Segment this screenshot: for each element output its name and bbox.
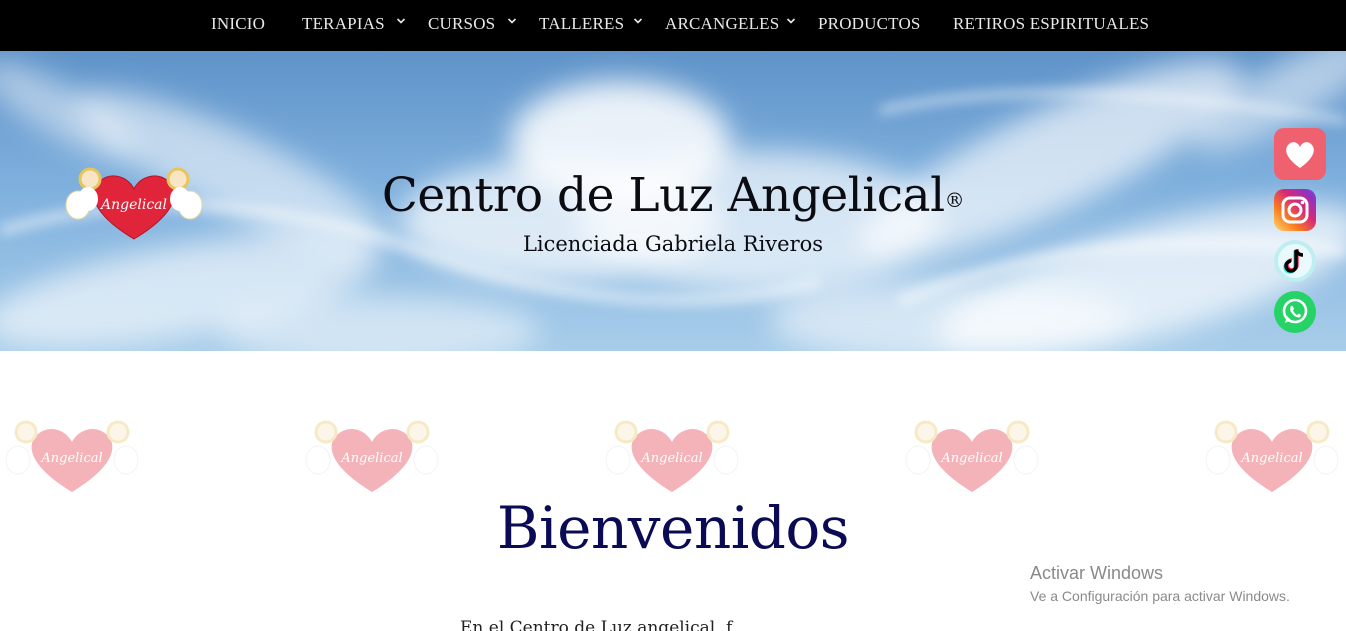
svg-text:Angelical: Angelical [640,451,702,466]
site-title: Centro de Luz Angelical® [0,168,1346,223]
chevron-down-icon[interactable] [507,16,517,26]
windows-activation-subtitle: Ve a Configuración para activar Windows. [1030,588,1290,604]
angelical-watermark-logo: Angelical [305,420,439,492]
chevron-down-icon[interactable] [633,16,643,26]
welcome-heading: Bienvenidos [496,494,850,562]
favorite-heart-icon[interactable] [1274,128,1326,180]
site-title-text: Centro de Luz Angelical [381,168,945,223]
nav-item-inicio[interactable]: INICIO [211,0,265,51]
tiktok-icon[interactable] [1274,240,1316,282]
instagram-icon[interactable] [1274,189,1316,231]
nav-item-cursos[interactable]: CURSOS [428,0,495,51]
svg-text:Angelical: Angelical [940,451,1002,466]
nav-item-arcangeles[interactable]: ARCANGELES [665,0,779,51]
chevron-down-icon[interactable] [786,16,796,26]
whatsapp-icon[interactable] [1274,291,1316,333]
nav-item-talleres[interactable]: TALLERES [539,0,624,51]
intro-paragraph: En el Centro de Luz angelical, f [460,618,733,631]
nav-item-retiros-espirituales[interactable]: RETIROS ESPIRITUALES [953,0,1149,51]
site-subtitle: Licenciada Gabriela Riveros [522,232,824,256]
angelical-watermark-logo: Angelical [5,420,139,492]
svg-text:Angelical: Angelical [40,451,102,466]
registered-mark: ® [944,188,965,212]
hero-banner: Angelical Centro de Luz Angelical® Licen… [0,51,1346,351]
nav-item-productos[interactable]: PRODUCTOS [818,0,921,51]
windows-activation-title: Activar Windows [1030,563,1164,583]
chevron-down-icon[interactable] [396,16,406,26]
angelical-watermark-logo: Angelical [905,420,1039,492]
angelical-watermark-logo: Angelical [605,420,739,492]
svg-text:Angelical: Angelical [340,451,402,466]
angelical-watermark-logo: Angelical [1205,420,1339,492]
top-navigation-bar: INICIO TERAPIAS CURSOS TALLERES ARCANGEL… [0,0,1346,51]
svg-text:Angelical: Angelical [1240,451,1302,466]
nav-item-terapias[interactable]: TERAPIAS [302,0,385,51]
